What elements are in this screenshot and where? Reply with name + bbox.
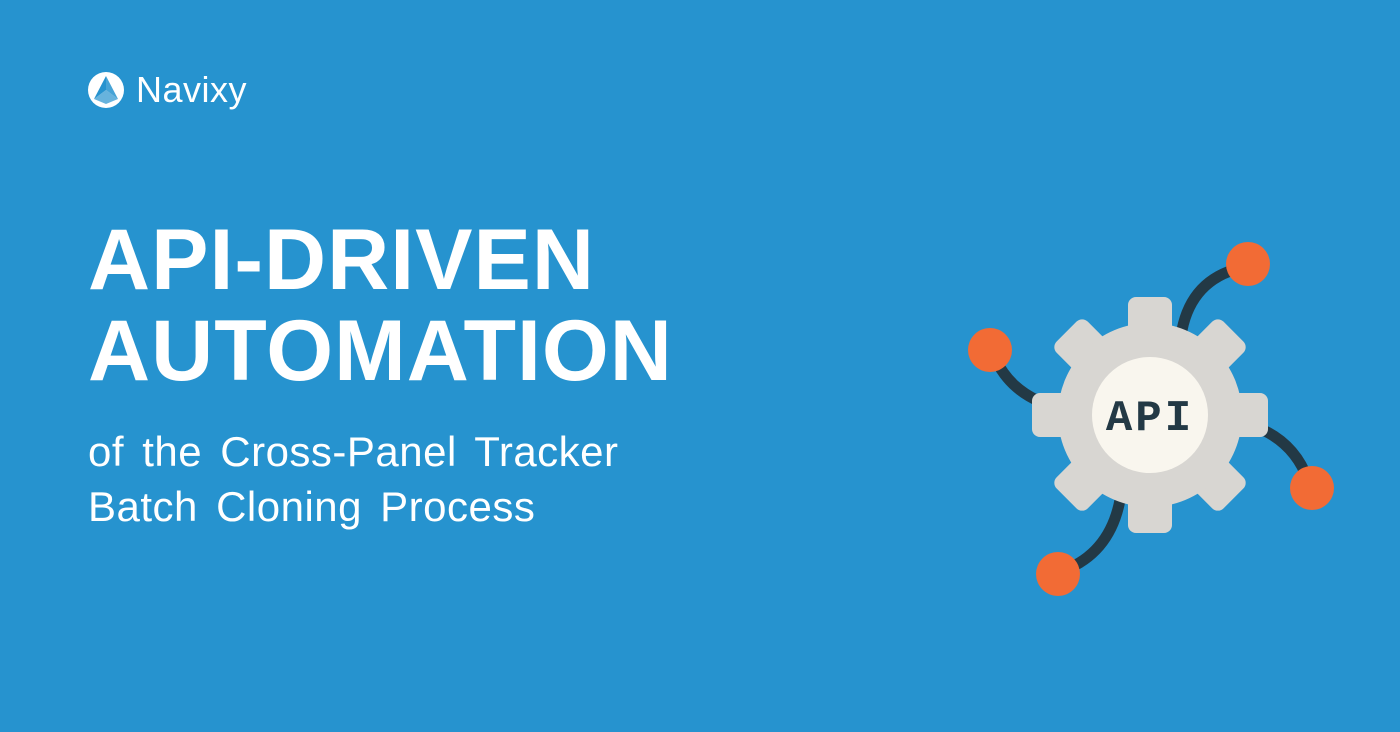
subline-line-1: of the Cross-Panel Tracker (88, 425, 673, 480)
subline: of the Cross-Panel Tracker Batch Cloning… (88, 425, 673, 534)
brand-name: Navixy (136, 72, 247, 108)
headline-line-2: AUTOMATION (88, 306, 673, 397)
subline-line-2: Batch Cloning Process (88, 480, 673, 535)
api-gear-graphic: API (960, 220, 1340, 600)
headline: API-DRIVEN AUTOMATION (88, 215, 673, 397)
gear-center-label: API (1106, 394, 1194, 444)
headline-line-1: API-DRIVEN (88, 215, 673, 306)
brand-logo-icon (88, 72, 124, 108)
brand-logo: Navixy (88, 72, 247, 108)
hero-content: API-DRIVEN AUTOMATION of the Cross-Panel… (88, 215, 673, 535)
